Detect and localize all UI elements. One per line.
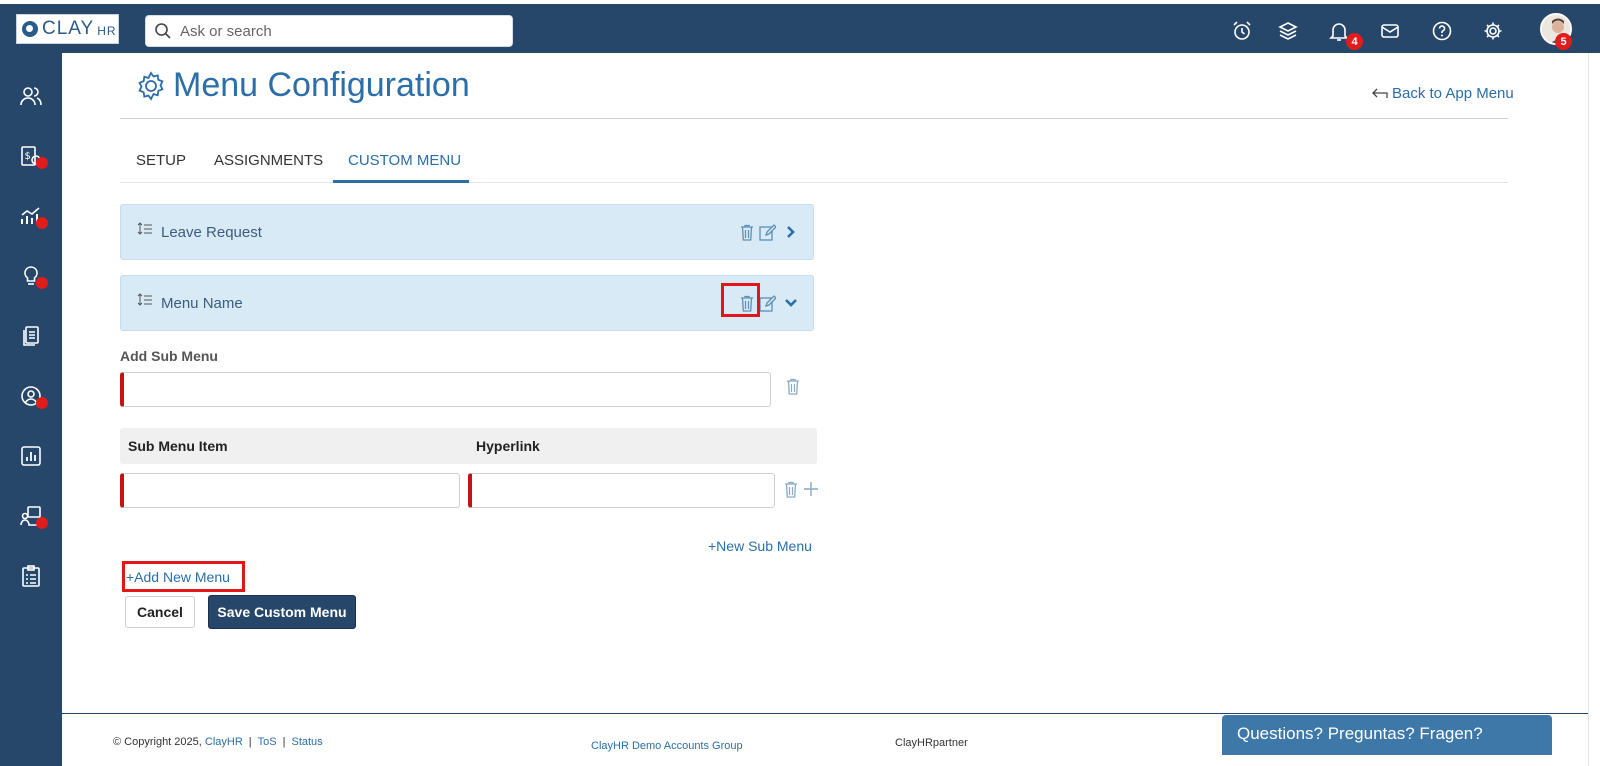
hyperlink-input[interactable] bbox=[472, 474, 774, 507]
col-sub-menu-item: Sub Menu Item bbox=[128, 438, 228, 454]
partner-label: ClayHRpartner bbox=[895, 737, 968, 749]
search-icon bbox=[155, 23, 171, 39]
menu-item-label: Menu Name bbox=[161, 294, 243, 312]
gear-icon bbox=[138, 70, 164, 101]
menu-item-card[interactable]: Menu Name bbox=[120, 275, 814, 331]
footer-links: © Copyright 2025, ClayHR | ToS | Status bbox=[113, 736, 323, 748]
logo-mark-icon bbox=[22, 21, 38, 37]
add-menu-highlight-box bbox=[122, 561, 245, 592]
people-icon bbox=[20, 87, 42, 106]
help-icon[interactable] bbox=[1427, 16, 1457, 46]
page-title: Menu Configuration bbox=[173, 66, 470, 104]
tab-setup[interactable]: SETUP bbox=[136, 152, 186, 169]
logo-text: CLAY bbox=[42, 18, 95, 39]
sub-menu-item-input[interactable] bbox=[124, 474, 459, 507]
trash-icon bbox=[785, 481, 797, 498]
menu-item-actions bbox=[737, 220, 807, 244]
sidebar-item-analytics[interactable] bbox=[16, 201, 48, 231]
search-box[interactable] bbox=[145, 15, 513, 47]
avatar-badge: 5 bbox=[1555, 33, 1572, 50]
active-tab-indicator bbox=[333, 180, 469, 183]
save-custom-menu-button[interactable]: Save Custom Menu bbox=[208, 595, 356, 629]
clayhr-link[interactable]: ClayHR bbox=[205, 736, 243, 748]
page-header: Menu Configuration bbox=[135, 66, 470, 105]
trash-icon bbox=[787, 378, 799, 395]
status-link[interactable]: Status bbox=[291, 736, 322, 748]
logo-suffix: HR bbox=[97, 24, 117, 38]
sidebar-alert-dot bbox=[36, 277, 48, 289]
chevron-down-icon bbox=[785, 299, 797, 307]
chevron-right-icon bbox=[787, 226, 795, 238]
trash-icon bbox=[741, 224, 753, 241]
search-input[interactable] bbox=[180, 22, 500, 40]
cancel-button[interactable]: Cancel bbox=[125, 596, 195, 628]
envelope-icon[interactable] bbox=[1375, 16, 1405, 46]
collapse-menu-button[interactable] bbox=[781, 291, 801, 315]
col-hyperlink: Hyperlink bbox=[476, 438, 540, 454]
header-divider bbox=[120, 118, 1508, 119]
sub-menu-item-field[interactable] bbox=[120, 473, 460, 508]
account-group-link[interactable]: ClayHR Demo Accounts Group bbox=[591, 740, 743, 752]
sidebar-item-training[interactable] bbox=[16, 501, 48, 531]
delete-sub-menu-item-button[interactable] bbox=[784, 481, 798, 503]
delete-sub-menu-button[interactable] bbox=[786, 378, 800, 400]
sidebar-item-payroll[interactable]: $ bbox=[16, 141, 48, 171]
page-scrollbar[interactable] bbox=[1588, 53, 1600, 766]
sidebar-item-people[interactable] bbox=[16, 81, 46, 111]
sidebar-alert-dot bbox=[36, 157, 48, 169]
footer-divider bbox=[62, 713, 1588, 714]
layers-icon[interactable] bbox=[1273, 16, 1303, 46]
drag-handle-icon[interactable] bbox=[137, 292, 153, 308]
menu-item-label: Leave Request bbox=[161, 223, 262, 241]
sidebar-item-documents[interactable] bbox=[16, 321, 46, 351]
add-sub-menu-item-button[interactable] bbox=[803, 481, 819, 502]
expand-menu-button[interactable] bbox=[781, 220, 801, 244]
clayhr-logo[interactable]: CLAY HR bbox=[16, 14, 119, 44]
copyright-text: © Copyright 2025, bbox=[113, 736, 202, 748]
sub-menu-name-field[interactable] bbox=[120, 372, 771, 407]
tos-link[interactable]: ToS bbox=[258, 736, 277, 748]
sidebar-item-reports[interactable] bbox=[16, 441, 46, 471]
tab-assignments[interactable]: ASSIGNMENTS bbox=[214, 152, 323, 169]
tab-custom-menu[interactable]: CUSTOM MENU bbox=[348, 152, 461, 169]
chat-widget-button[interactable]: Questions? Preguntas? Fragen? bbox=[1222, 715, 1552, 755]
menu-item-card[interactable]: Leave Request bbox=[120, 204, 814, 260]
reports-icon bbox=[21, 446, 41, 466]
edit-icon bbox=[758, 294, 776, 312]
back-arrow-icon bbox=[1372, 88, 1388, 98]
notification-badge: 4 bbox=[1346, 33, 1363, 50]
sidebar: $ bbox=[0, 53, 62, 766]
sub-menu-name-input[interactable] bbox=[124, 373, 770, 406]
back-to-app-menu-link[interactable]: Back to App Menu bbox=[1372, 85, 1514, 102]
checklist-icon bbox=[22, 565, 40, 587]
sidebar-alert-dot bbox=[36, 517, 48, 529]
gear-icon[interactable] bbox=[1478, 16, 1508, 46]
sidebar-alert-dot bbox=[36, 397, 48, 409]
documents-icon bbox=[23, 326, 39, 346]
hyperlink-field[interactable] bbox=[468, 473, 775, 508]
sidebar-item-ideas[interactable] bbox=[16, 261, 48, 291]
sub-menu-table-header: Sub Menu Item Hyperlink bbox=[120, 428, 817, 464]
edit-icon bbox=[758, 223, 776, 241]
tab-bar: SETUP ASSIGNMENTS CUSTOM MENU bbox=[120, 140, 1508, 183]
top-bar: CLAY HR 4 5 bbox=[0, 0, 1600, 53]
sidebar-item-checklist[interactable] bbox=[16, 561, 46, 591]
sidebar-item-profile[interactable] bbox=[16, 381, 48, 411]
footer-separator: | bbox=[248, 736, 252, 748]
back-link-label: Back to App Menu bbox=[1392, 85, 1514, 102]
delete-highlight-box bbox=[721, 283, 760, 317]
plus-icon bbox=[804, 482, 818, 496]
delete-menu-button[interactable] bbox=[737, 220, 757, 244]
edit-menu-button[interactable] bbox=[757, 291, 777, 315]
edit-menu-button[interactable] bbox=[757, 220, 777, 244]
footer-separator: | bbox=[282, 736, 286, 748]
drag-handle-icon[interactable] bbox=[137, 221, 153, 237]
alarm-clock-icon[interactable] bbox=[1227, 16, 1257, 46]
new-sub-menu-link[interactable]: +New Sub Menu bbox=[708, 538, 812, 554]
svg-text:$: $ bbox=[25, 151, 31, 162]
sidebar-alert-dot bbox=[36, 217, 48, 229]
add-sub-menu-label: Add Sub Menu bbox=[120, 348, 218, 364]
